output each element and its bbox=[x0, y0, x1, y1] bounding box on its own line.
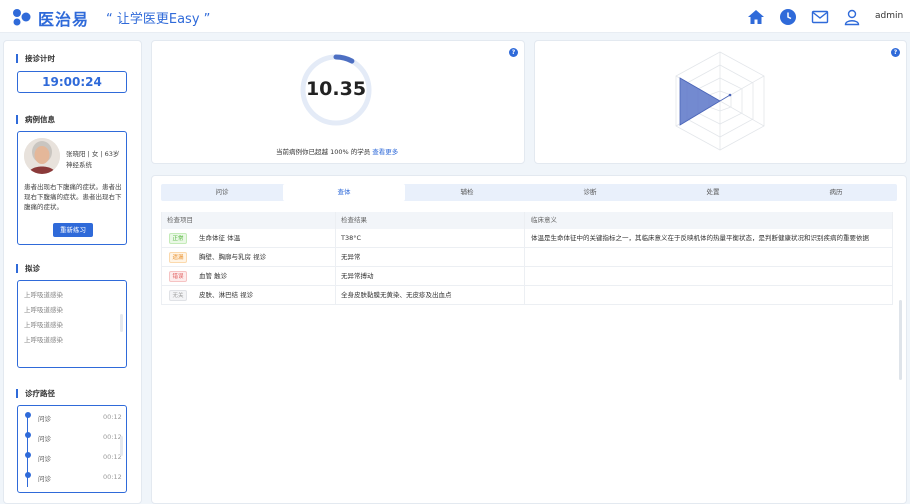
radar-chart bbox=[675, 51, 765, 151]
status-badge: 错误 bbox=[169, 271, 187, 282]
patient-description: 患者出现右下腹痛的症状。患者出现右下腹痛的症状。患者出现右下腹痛的症状。 bbox=[24, 183, 122, 211]
timeline-dot bbox=[25, 412, 31, 418]
status-badge: 无关 bbox=[169, 290, 187, 301]
scrollbar[interactable] bbox=[899, 300, 902, 380]
app-name: 医治易 bbox=[38, 10, 90, 29]
diagnosis-list: 上呼吸道感染 上呼吸道感染 上呼吸道感染 上呼吸道感染 bbox=[17, 280, 127, 368]
tab-auxiliary-exam[interactable]: 辅检 bbox=[406, 184, 528, 201]
tab-record[interactable]: 病历 bbox=[775, 184, 897, 201]
column-divider bbox=[161, 212, 162, 305]
case-title: 病例信息 bbox=[16, 115, 55, 124]
timer-display: 19:00:24 bbox=[17, 71, 127, 93]
path-title: 诊疗路径 bbox=[16, 389, 55, 398]
avatar bbox=[24, 138, 60, 174]
exam-result: 全身皮肤黏膜无黄染、无皮疹及出血点 bbox=[341, 291, 452, 299]
exam-item: 皮肤、淋巴结 视诊 bbox=[199, 291, 254, 299]
list-item[interactable]: 上呼吸道感染 bbox=[24, 289, 63, 299]
exam-meaning: 体温是生命体征中的关键指标之一，其临床意义在于反映机体的热量平衡状态，是判断健康… bbox=[531, 234, 869, 242]
path-item-time: 00:12 bbox=[103, 433, 122, 441]
exam-result: T38°C bbox=[341, 234, 362, 242]
table-row: 无关 皮肤、淋巴结 视诊 全身皮肤黏膜无黄染、无皮疹及出血点 bbox=[161, 286, 893, 305]
score-value: 10.35 bbox=[305, 78, 367, 100]
status-badge: 遗漏 bbox=[169, 252, 187, 263]
home-icon[interactable] bbox=[747, 8, 765, 26]
scrollbar[interactable] bbox=[120, 314, 123, 332]
timeline-dot bbox=[25, 472, 31, 478]
path-item-label[interactable]: 问诊 bbox=[38, 413, 51, 423]
user-name[interactable]: admin bbox=[875, 11, 903, 21]
path-item-label[interactable]: 问诊 bbox=[38, 453, 51, 463]
table-row: 错误 血管 触诊 无异常搏动 bbox=[161, 267, 893, 286]
diagnosis-title: 拟诊 bbox=[16, 264, 40, 273]
list-item[interactable]: 上呼吸道感染 bbox=[24, 319, 63, 329]
help-icon[interactable]: ? bbox=[891, 48, 900, 57]
tab-treatment[interactable]: 处置 bbox=[652, 184, 774, 201]
view-more-link[interactable]: 查看更多 bbox=[372, 148, 398, 156]
path-item-time: 00:12 bbox=[103, 453, 122, 461]
logo-icon bbox=[13, 9, 31, 26]
path-item-time: 00:12 bbox=[103, 413, 122, 421]
exam-result: 无异常 bbox=[341, 253, 361, 261]
path-item-label[interactable]: 问诊 bbox=[38, 433, 51, 443]
patient-info: 张晓阳 | 女 | 63岁 bbox=[66, 150, 120, 158]
exam-item: 血管 触诊 bbox=[199, 272, 228, 280]
list-item[interactable]: 上呼吸道感染 bbox=[24, 334, 63, 344]
slogan: “ 让学医更Easy ” bbox=[106, 12, 211, 27]
beat-label: 当前病例你已超越 100% 的学员 bbox=[276, 148, 371, 156]
mail-icon[interactable] bbox=[811, 8, 829, 26]
column-divider bbox=[524, 212, 525, 305]
exam-item: 生命体征 体温 bbox=[199, 234, 241, 242]
status-badge: 正常 bbox=[169, 233, 187, 244]
list-item[interactable]: 上呼吸道感染 bbox=[24, 304, 63, 314]
tab-diagnosis[interactable]: 诊断 bbox=[529, 184, 651, 201]
timeline-dot bbox=[25, 452, 31, 458]
tab-physical-exam[interactable]: 查体 bbox=[283, 184, 405, 201]
path-item-label[interactable]: 问诊 bbox=[38, 473, 51, 483]
tab-inquiry[interactable]: 问诊 bbox=[161, 184, 283, 201]
scrollbar[interactable] bbox=[120, 436, 123, 456]
table-row: 正常 生命体征 体温 T38°C 体温是生命体征中的关键指标之一，其临床意义在于… bbox=[161, 229, 893, 248]
top-header: 医治易 “ 让学医更Easy ” admin bbox=[0, 0, 910, 33]
retry-button[interactable]: 重新练习 bbox=[53, 223, 93, 237]
exam-result: 无异常搏动 bbox=[341, 272, 374, 280]
table-header: 检查项目 检查结果 临床意义 bbox=[161, 212, 893, 229]
column-header: 临床意义 bbox=[531, 216, 557, 224]
column-header: 检查项目 bbox=[167, 216, 193, 224]
timeline-dot bbox=[25, 432, 31, 438]
radar-area bbox=[679, 77, 731, 126]
table-row: 遗漏 胸壁、胸廓与乳房 视诊 无异常 bbox=[161, 248, 893, 267]
clock-icon[interactable] bbox=[779, 8, 797, 26]
path-list: 问诊 00:12 问诊 00:12 问诊 00:12 问诊 00:12 bbox=[17, 405, 127, 493]
beat-text: 当前病例你已超越 100% 的学员 查看更多 bbox=[276, 146, 398, 156]
exam-item: 胸壁、胸廓与乳房 视诊 bbox=[199, 253, 267, 261]
help-icon[interactable]: ? bbox=[509, 48, 518, 57]
timer-title: 接诊计时 bbox=[16, 54, 55, 63]
column-header: 检查结果 bbox=[341, 216, 367, 224]
user-icon[interactable] bbox=[843, 8, 861, 26]
column-divider bbox=[335, 212, 336, 305]
case-card: 张晓阳 | 女 | 63岁 神经系统 患者出现右下腹痛的症状。患者出现右下腹痛的… bbox=[17, 131, 127, 245]
path-item-time: 00:12 bbox=[103, 473, 122, 481]
patient-system: 神经系统 bbox=[66, 161, 92, 169]
column-divider bbox=[892, 212, 893, 305]
tab-bar: 问诊 查体 辅检 诊断 处置 病历 bbox=[161, 184, 897, 201]
